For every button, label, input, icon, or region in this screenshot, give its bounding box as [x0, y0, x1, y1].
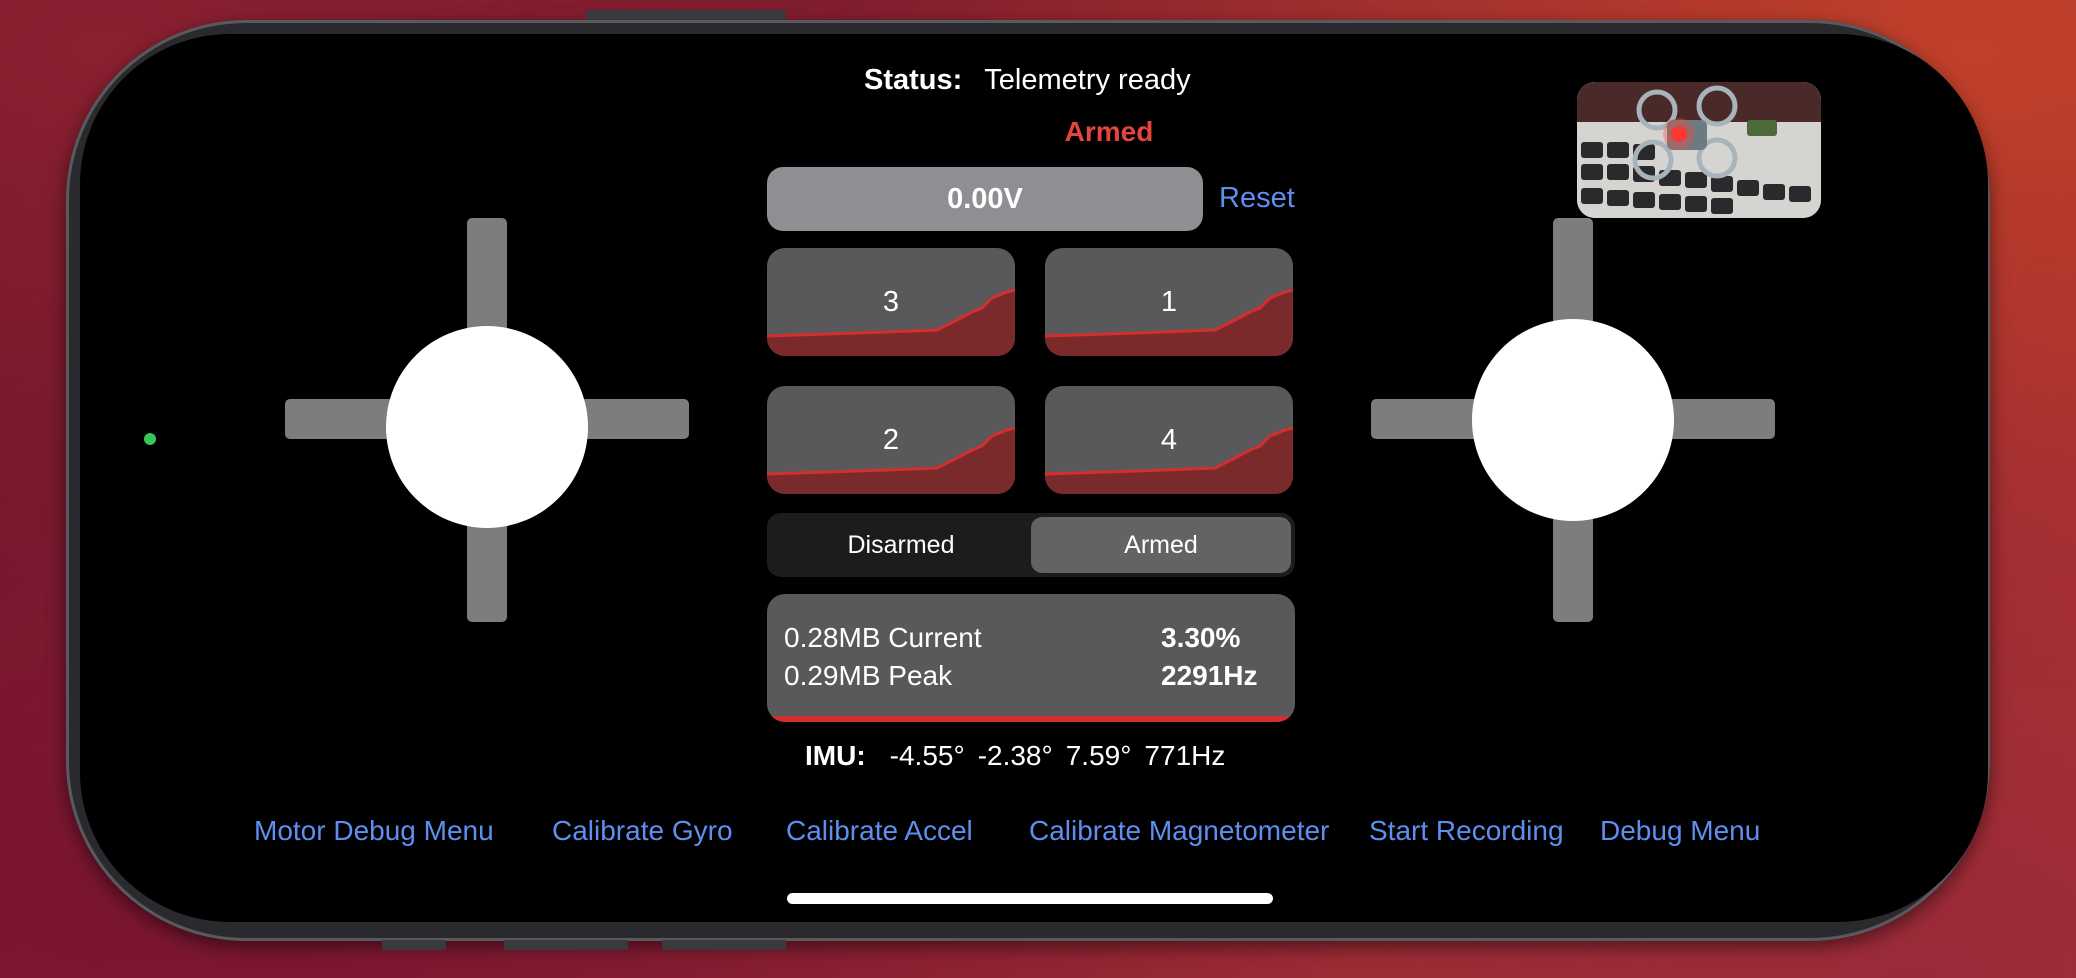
motor-graph: 3: [767, 248, 1015, 356]
imu-roll: -4.55°: [889, 740, 965, 771]
loop-frequency: 2291Hz: [1161, 660, 1258, 691]
camera-preview[interactable]: [1577, 82, 1821, 218]
start-recording-button[interactable]: Start Recording: [1369, 815, 1564, 847]
memory-current: 0.28MB Current: [784, 622, 982, 653]
motor-debug-menu-button[interactable]: Motor Debug Menu: [254, 815, 494, 847]
imu-rate: 771Hz: [1144, 740, 1226, 771]
motor-number: 2: [882, 424, 900, 456]
reset-button[interactable]: Reset: [1219, 182, 1295, 215]
calibrate-gyro-button[interactable]: Calibrate Gyro: [552, 815, 733, 847]
battery-voltage-value: 0.00V: [947, 182, 1023, 215]
imu-pitch: -2.38°: [977, 740, 1053, 771]
imu-yaw: 7.59°: [1065, 740, 1132, 771]
home-indicator[interactable]: [787, 893, 1273, 904]
status-value: Telemetry ready: [984, 64, 1191, 96]
motor-number: 1: [1160, 286, 1178, 318]
arm-toggle[interactable]: Disarmed Armed: [767, 513, 1295, 577]
calibrate-magnetometer-button[interactable]: Calibrate Magnetometer: [1029, 815, 1329, 847]
battery-voltage: 0.00V: [767, 167, 1203, 231]
cpu-usage: 3.30%: [1161, 622, 1241, 653]
side-button: [662, 940, 786, 950]
imu-label: IMU:: [805, 740, 866, 771]
side-button: [504, 940, 628, 950]
motor-number: 3: [882, 286, 900, 318]
armed-option[interactable]: Armed: [1031, 517, 1291, 573]
connection-status-dot: [144, 433, 156, 445]
drone-camera-image: [1577, 82, 1821, 218]
side-button: [382, 940, 446, 950]
status-label: Status:: [864, 64, 963, 96]
left-joystick-knob[interactable]: [386, 326, 588, 528]
motor-graph: 2: [767, 386, 1015, 494]
motor-graph: 1: [1045, 248, 1293, 356]
armed-indicator: Armed: [1064, 116, 1154, 147]
calibrate-accel-button[interactable]: Calibrate Accel: [786, 815, 973, 847]
app-screen: Status: Telemetry ready Armed 0.00V Reset…: [80, 34, 1988, 922]
imu-readout: IMU: -4.55° -2.38° 7.59° 771Hz: [805, 740, 1238, 772]
status-row: Status: Telemetry ready: [864, 64, 1464, 97]
memory-peak: 0.29MB Peak: [784, 660, 953, 691]
motor-graph: 4: [1045, 386, 1293, 494]
motor-number: 4: [1160, 424, 1178, 456]
disarmed-option[interactable]: Disarmed: [771, 517, 1031, 573]
performance-bar: [767, 716, 1295, 722]
right-joystick-knob[interactable]: [1472, 319, 1674, 521]
debug-menu-button[interactable]: Debug Menu: [1600, 815, 1760, 847]
side-button: [586, 10, 786, 20]
performance-panel: 0.28MB Current 0.29MB Peak 3.30% 2291Hz: [767, 594, 1295, 722]
